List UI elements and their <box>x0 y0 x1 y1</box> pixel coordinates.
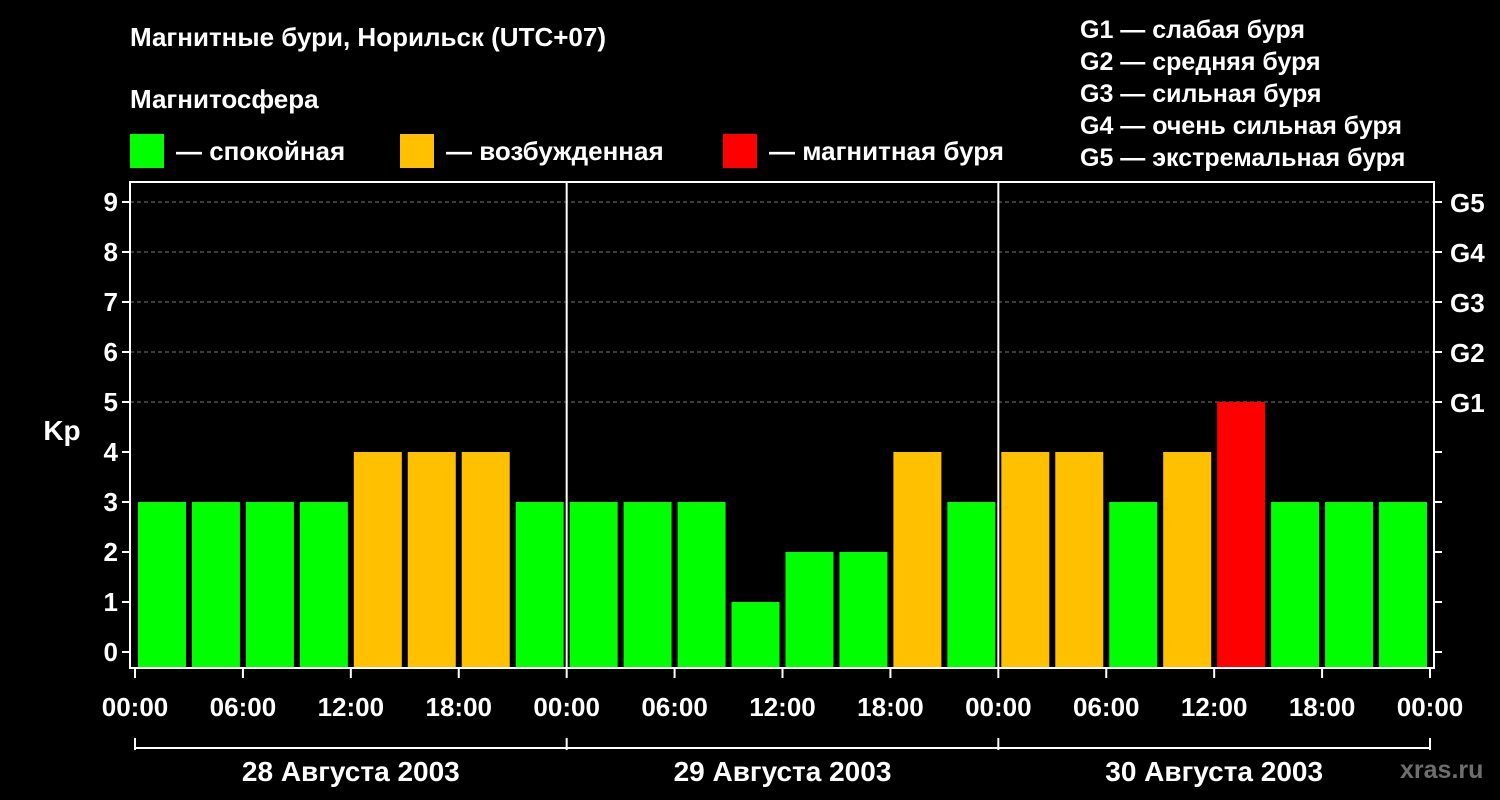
kp-bar <box>839 552 888 667</box>
x-tick-label: 00:00 <box>533 692 600 722</box>
g-level-label: G2 <box>1450 338 1485 368</box>
g-level-label: G3 <box>1450 288 1485 318</box>
x-tick-label: 12:00 <box>1181 692 1248 722</box>
kp-bar <box>191 502 240 667</box>
kp-bar <box>245 502 294 667</box>
kp-bar <box>299 502 348 667</box>
x-tick-label: 18:00 <box>426 692 493 722</box>
y-tick-label: 5 <box>104 387 118 417</box>
x-tick-label: 06:00 <box>1073 692 1140 722</box>
y-axis-label: Kp <box>43 415 80 446</box>
kp-bar <box>893 452 942 667</box>
x-tick-label: 12:00 <box>749 692 816 722</box>
kp-bar <box>1001 452 1050 667</box>
watermark: xras.ru <box>1400 756 1484 784</box>
y-tick-label: 7 <box>104 287 118 317</box>
x-tick-label: 00:00 <box>965 692 1032 722</box>
y-tick-label: 3 <box>104 487 118 517</box>
x-tick-label: 00:00 <box>102 692 169 722</box>
y-tick-label: 2 <box>104 537 118 567</box>
kp-bar <box>785 552 834 667</box>
kp-bar <box>1325 502 1374 667</box>
kp-bar <box>137 502 186 667</box>
kp-bar <box>947 502 996 667</box>
kp-bar <box>1271 502 1320 667</box>
g-level-label: G1 <box>1450 388 1485 418</box>
kp-bar <box>515 502 564 667</box>
g-level-label: G4 <box>1450 238 1485 268</box>
y-tick-label: 9 <box>104 187 118 217</box>
kp-bar <box>461 452 510 667</box>
x-tick-label: 00:00 <box>1397 692 1464 722</box>
kp-bar <box>407 452 456 667</box>
day-label: 28 Августа 2003 <box>242 756 460 787</box>
day-label: 30 Августа 2003 <box>1105 756 1323 787</box>
x-tick-label: 06:00 <box>641 692 708 722</box>
day-label: 29 Августа 2003 <box>674 756 892 787</box>
x-tick-label: 06:00 <box>210 692 277 722</box>
x-tick-label: 18:00 <box>1289 692 1356 722</box>
y-tick-label: 1 <box>104 587 118 617</box>
kp-bar <box>677 502 726 667</box>
kp-bar <box>731 602 780 667</box>
kp-bar <box>1217 402 1266 667</box>
x-tick-label: 12:00 <box>318 692 385 722</box>
y-tick-label: 8 <box>104 237 118 267</box>
y-tick-label: 4 <box>104 437 119 467</box>
kp-bar <box>1163 452 1212 667</box>
g-level-label: G5 <box>1450 188 1485 218</box>
kp-bar <box>1055 452 1104 667</box>
kp-bar <box>1109 502 1158 667</box>
x-tick-label: 18:00 <box>857 692 924 722</box>
y-tick-label: 6 <box>104 337 118 367</box>
y-tick-label: 0 <box>104 637 118 667</box>
kp-bar <box>623 502 672 667</box>
kp-bar <box>353 452 402 667</box>
kp-bar <box>1379 502 1428 667</box>
kp-bar <box>569 502 618 667</box>
kp-bar-chart: 0 1 2 3 4 5 6 7 8 9 G1 G2 G3 G4 G5 Kp 00:00 06:00 12:00 18:… <box>43 181 1485 787</box>
